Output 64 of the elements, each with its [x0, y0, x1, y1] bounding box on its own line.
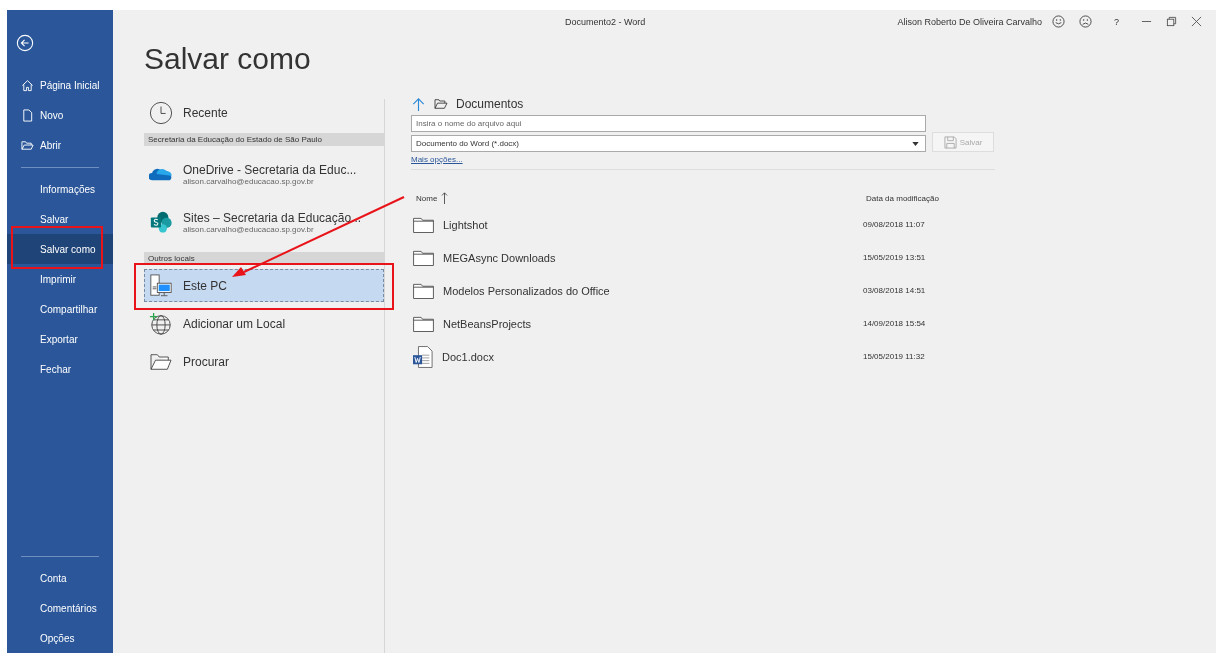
cloud-icon — [149, 166, 173, 182]
sidebar-item[interactable]: Fechar — [7, 354, 113, 384]
more-options-link[interactable]: Mais opções... — [411, 155, 463, 164]
sidebar-item[interactable]: Exportar — [7, 324, 113, 354]
location-item[interactable]: Recente — [144, 99, 384, 127]
modified-date: 03/08/2018 14:51 — [863, 286, 926, 295]
globe-add-icon — [149, 312, 173, 336]
frown-icon[interactable] — [1079, 15, 1092, 28]
sidebar-item[interactable]: Salvar — [7, 204, 113, 234]
file-type-dropdown[interactable]: Documento do Word (*.docx) — [411, 135, 926, 152]
section-header: Secretaria da Educação do Estado de São Paulo — [144, 133, 384, 146]
folder-icon — [413, 216, 434, 233]
folder-path: Documentos — [456, 97, 524, 111]
file-name[interactable]: Lightshot — [443, 218, 488, 231]
sites-icon — [149, 210, 173, 234]
modified-date: 15/05/2019 11:32 — [863, 352, 925, 361]
location-item[interactable]: Adicionar um Local — [144, 305, 384, 343]
column-header[interactable]: Data da modificação — [866, 193, 939, 203]
computer-icon — [149, 273, 173, 298]
modified-date: 14/09/2018 15:54 — [863, 319, 926, 328]
sidebar-item[interactable]: Conta — [7, 563, 113, 593]
file-name[interactable]: Doc1.docx — [442, 350, 494, 363]
folder-icon — [434, 98, 448, 110]
folder-icon — [413, 282, 434, 299]
folder-icon — [413, 249, 434, 266]
sidebar-item[interactable]: Informações — [7, 174, 113, 204]
file-name[interactable]: Modelos Personalizados do Office — [443, 284, 610, 297]
sidebar-item[interactable]: Opções — [7, 623, 113, 653]
sidebar-item[interactable]: Abrir — [7, 130, 113, 160]
file-name[interactable]: MEGAsync Downloads — [443, 251, 556, 264]
sidebar-item[interactable]: Salvar como — [7, 234, 113, 264]
folder-icon — [413, 315, 434, 332]
sidebar-item[interactable]: Novo — [7, 100, 113, 130]
file-name[interactable]: NetBeansProjects — [443, 317, 532, 330]
save-icon — [943, 135, 957, 149]
smiley-icon[interactable] — [1052, 15, 1065, 28]
window-title: Documento2 - Word — [565, 17, 646, 27]
page-title: Salvar como — [144, 42, 312, 76]
location-item[interactable]: Este PC — [144, 269, 384, 302]
sort-arrow-icon — [441, 192, 449, 204]
close-icon[interactable] — [1191, 16, 1202, 27]
back-icon[interactable] — [16, 34, 34, 52]
word-document-icon — [413, 345, 433, 368]
help-button[interactable]: ? — [1114, 16, 1119, 27]
document-icon — [21, 108, 34, 122]
folder-icon — [149, 351, 173, 372]
caret-icon — [912, 141, 919, 146]
folder-icon — [21, 138, 34, 152]
sidebar-item[interactable]: Comentários — [7, 593, 113, 623]
sidebar-item[interactable]: Página Inicial — [7, 70, 113, 100]
filename-field[interactable]: Insira o nome do arquivo aqui — [411, 115, 926, 132]
restore-icon[interactable] — [1166, 16, 1177, 27]
sidebar-item[interactable]: Imprimir — [7, 264, 113, 294]
column-header[interactable]: Nome — [411, 192, 866, 204]
up-arrow-icon[interactable] — [411, 96, 426, 112]
location-item[interactable]: Sites – Secretaria da Educação... alison.carvalho@educacao.sp.gov.br — [144, 198, 384, 246]
user-name: Alison Roberto De Oliveira Carvalho — [897, 16, 1042, 27]
location-item[interactable]: OneDrive - Secretaria da Educ... alison.carvalho@educacao.sp.gov.br — [144, 150, 384, 198]
clock-icon — [149, 101, 173, 125]
sidebar-item[interactable]: Compartilhar — [7, 294, 113, 324]
location-item[interactable]: Procurar — [144, 343, 384, 380]
modified-date: 09/08/2018 11:07 — [863, 220, 925, 229]
home-icon — [21, 78, 34, 92]
modified-date: 15/05/2019 13:51 — [863, 253, 926, 262]
